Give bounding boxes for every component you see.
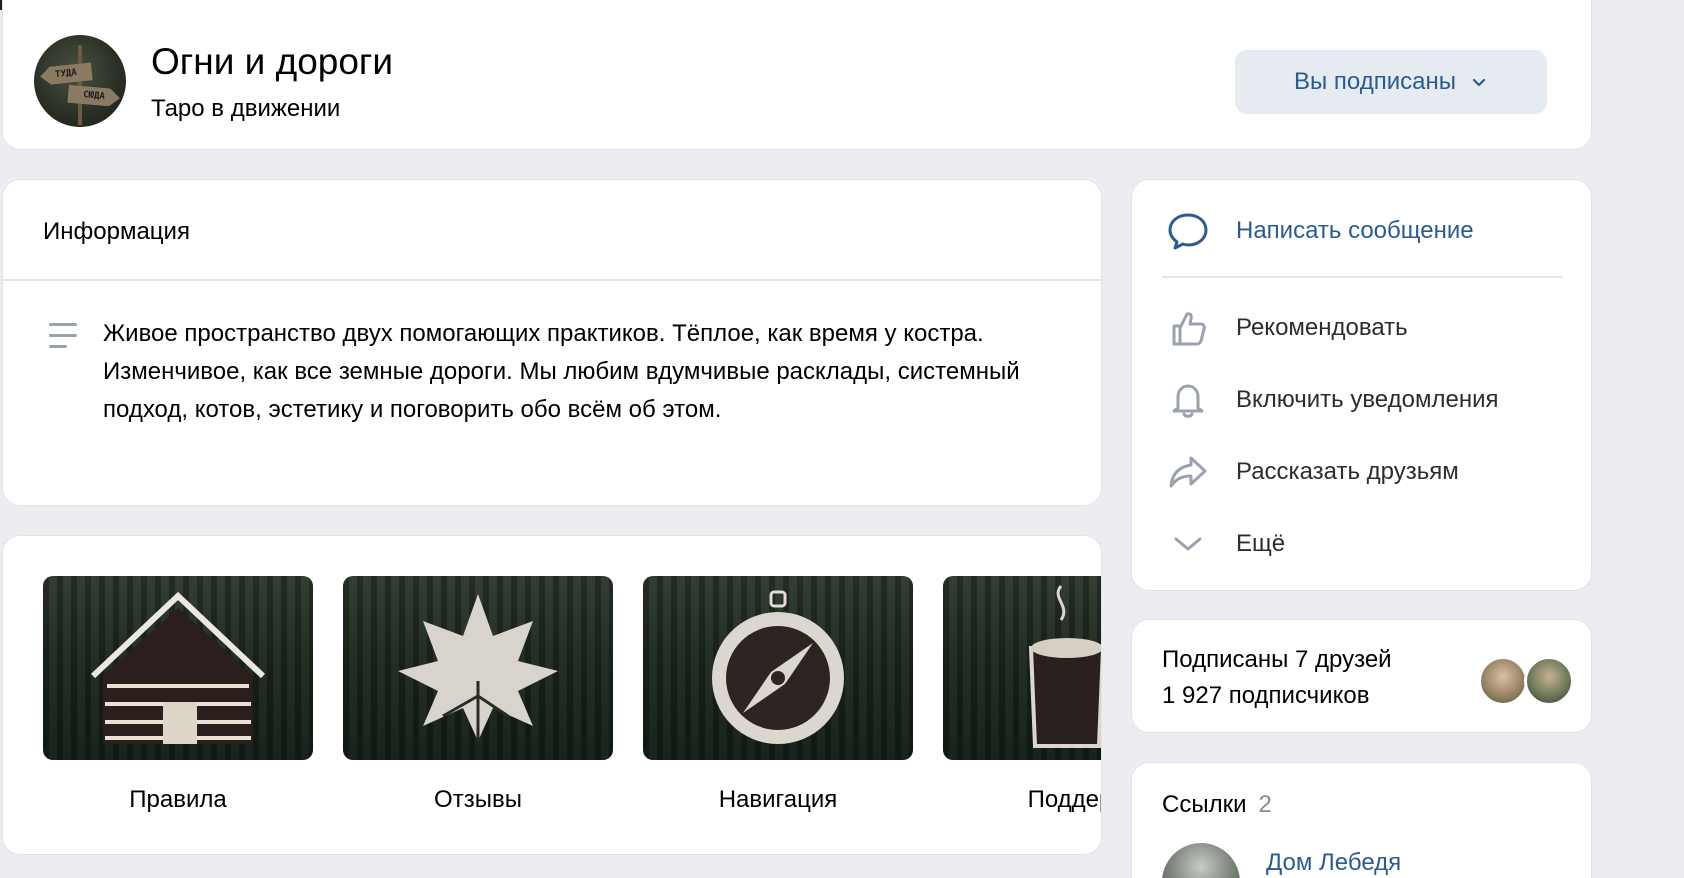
menu-tiles: Правила Отзывы Навигация Подде — [2, 535, 1102, 855]
share-arrow-icon — [1166, 450, 1210, 494]
info-heading: Информация — [43, 218, 190, 245]
tile-navigation[interactable]: Навигация — [643, 576, 913, 814]
group-description: Живое пространство двух помогающих практ… — [103, 320, 1020, 423]
chevron-down-icon — [1472, 78, 1486, 87]
share-label: Рассказать друзьям — [1236, 458, 1459, 485]
mug-icon — [943, 576, 1101, 760]
tile-label: Отзывы — [434, 786, 522, 813]
house-icon — [43, 576, 313, 760]
notifications-button[interactable]: Включить уведомления — [1166, 375, 1499, 425]
friend-avatar[interactable] — [1524, 656, 1574, 706]
notifications-label: Включить уведомления — [1236, 386, 1499, 413]
compass-icon — [643, 576, 913, 760]
info-card: Информация Живое пространство двух помог… — [2, 179, 1102, 506]
links-count: 2 — [1258, 791, 1272, 818]
friend-avatar[interactable] — [1478, 656, 1528, 706]
subscribed-label: Вы подписаны — [1294, 68, 1456, 95]
subscribed-button[interactable]: Вы подписаны — [1235, 50, 1547, 114]
group-status: Таро в движении — [151, 95, 341, 122]
actions-card: Написать сообщение Рекомендовать Включит… — [1131, 179, 1592, 591]
followers-card[interactable]: Подписаны 7 друзей 1 927 подписчиков — [1131, 619, 1592, 733]
bell-icon — [1166, 378, 1210, 422]
leaf-icon — [343, 576, 613, 760]
sign-left: ТУДА — [39, 62, 93, 85]
friends-following: Подписаны 7 друзей — [1162, 646, 1392, 673]
divider — [3, 279, 1101, 281]
thumbs-up-icon — [1166, 306, 1210, 350]
recommend-label: Рекомендовать — [1236, 314, 1408, 341]
tile-label: Навигация — [718, 786, 838, 813]
sign-right: СЮДА — [67, 85, 120, 107]
tile-rules[interactable]: Правила — [43, 576, 313, 814]
chevron-down-icon — [1166, 522, 1210, 566]
message-bubble-icon — [1166, 209, 1210, 253]
recommend-button[interactable]: Рекомендовать — [1166, 303, 1408, 353]
group-title: Огни и дороги — [151, 41, 394, 82]
group-avatar[interactable]: ТУДА СЮДА — [34, 35, 126, 127]
share-button[interactable]: Рассказать друзьям — [1166, 447, 1459, 497]
divider — [1162, 276, 1562, 278]
write-message-label: Написать сообщение — [1236, 217, 1474, 244]
tile-support[interactable]: Поддерж — [943, 576, 1101, 814]
write-message-button[interactable]: Написать сообщение — [1166, 206, 1474, 256]
more-label: Ещё — [1236, 530, 1286, 557]
tile-label: Правила — [129, 786, 227, 813]
link-title[interactable]: Дом Лебедя — [1266, 849, 1401, 877]
links-title: Ссылки — [1162, 791, 1247, 818]
links-card: Ссылки 2 Дом Лебедя — [1131, 762, 1592, 878]
group-header: ТУДА СЮДА Огни и дороги Таро в движении … — [2, 0, 1592, 150]
tile-reviews[interactable]: Отзывы — [343, 576, 613, 814]
more-button[interactable]: Ещё — [1166, 519, 1285, 569]
link-avatar[interactable] — [1162, 843, 1240, 878]
tile-label: Поддерж — [1027, 786, 1101, 813]
signpost-pole — [78, 45, 82, 125]
followers-count: 1 927 подписчиков — [1162, 682, 1370, 709]
links-heading[interactable]: Ссылки 2 — [1162, 791, 1272, 819]
description-icon — [49, 323, 79, 351]
